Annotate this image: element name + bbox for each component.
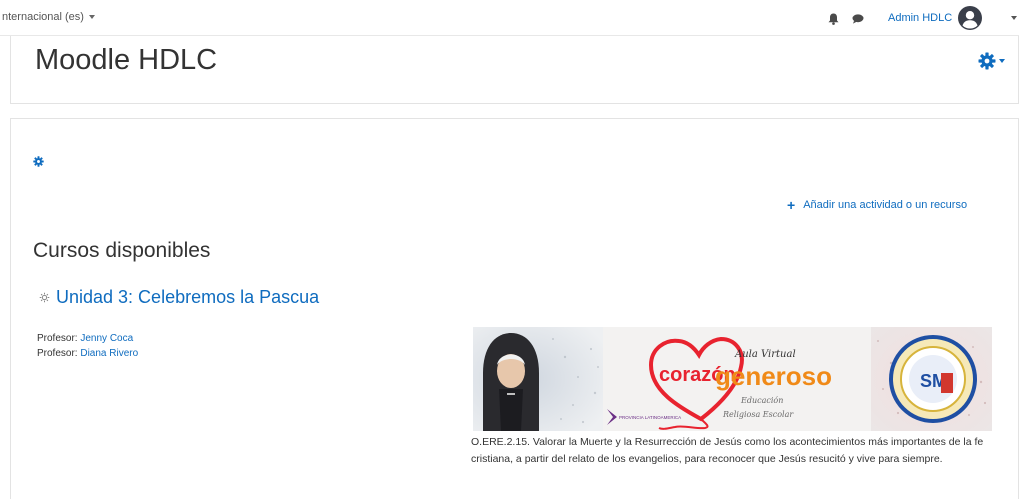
banner-script-text-2: Religiosa Escolar [722, 410, 794, 419]
bell-icon[interactable] [828, 13, 839, 25]
course-banner-image: corazón Aula Virtual generoso Educación … [473, 327, 992, 431]
user-menu[interactable]: Admin HDLC [888, 4, 983, 32]
banner-generoso-text: generoso [715, 361, 832, 391]
language-menu[interactable]: nternacional (es) [2, 11, 95, 23]
course-heading: Unidad 3: Celebremos la Pascua [39, 287, 319, 308]
teacher-link[interactable]: Diana Rivero [80, 348, 138, 359]
site-title: Moodle HDLC [35, 44, 218, 76]
course-icon [39, 292, 50, 303]
course-banner-graphic: corazón Aula Virtual generoso Educación … [473, 327, 992, 431]
teacher-role: Profesor: [37, 348, 78, 359]
settings-menu-button[interactable] [978, 50, 1018, 72]
user-name: Admin HDLC [888, 12, 953, 24]
teacher-role: Profesor: [37, 333, 78, 344]
page-header: Moodle HDLC [10, 36, 1019, 104]
avatar-icon [958, 6, 983, 30]
add-activity-label: Añadir una actividad o un recurso [803, 199, 968, 211]
chevron-down-icon [88, 15, 95, 20]
teacher-item: Profesor: Jenny Coca [37, 331, 138, 346]
gear-icon [978, 52, 996, 70]
teacher-list: Profesor: Jenny Coca Profesor: Diana Riv… [37, 331, 138, 361]
plus-icon: + [787, 196, 796, 213]
top-navbar: nternacional (es) Admin HDLC [0, 0, 1019, 36]
banner-aula-text: Aula Virtual [734, 349, 796, 360]
edit-settings-gear-icon[interactable] [33, 156, 44, 167]
course-summary: O.ERE.2.15. Valorar la Muerte y la Resur… [471, 436, 984, 465]
add-activity-link[interactable]: + Añadir una actividad o un recurso [787, 196, 968, 213]
teacher-item: Profesor: Diana Rivero [37, 346, 138, 361]
user-menu-caret-icon[interactable] [1011, 16, 1017, 20]
banner-small-text: PROVINCIA LATINOAMERICA [619, 415, 681, 420]
language-label: nternacional (es) [2, 11, 84, 23]
main-content: + Añadir una actividad o un recurso Curs… [10, 118, 1019, 499]
course-link[interactable]: Unidad 3: Celebremos la Pascua [56, 287, 319, 308]
teacher-link[interactable]: Jenny Coca [80, 333, 133, 344]
chevron-down-icon [999, 59, 1005, 63]
section-title: Cursos disponibles [33, 239, 211, 262]
banner-script-text-1: Educación [740, 396, 783, 405]
chat-icon[interactable] [852, 14, 864, 24]
